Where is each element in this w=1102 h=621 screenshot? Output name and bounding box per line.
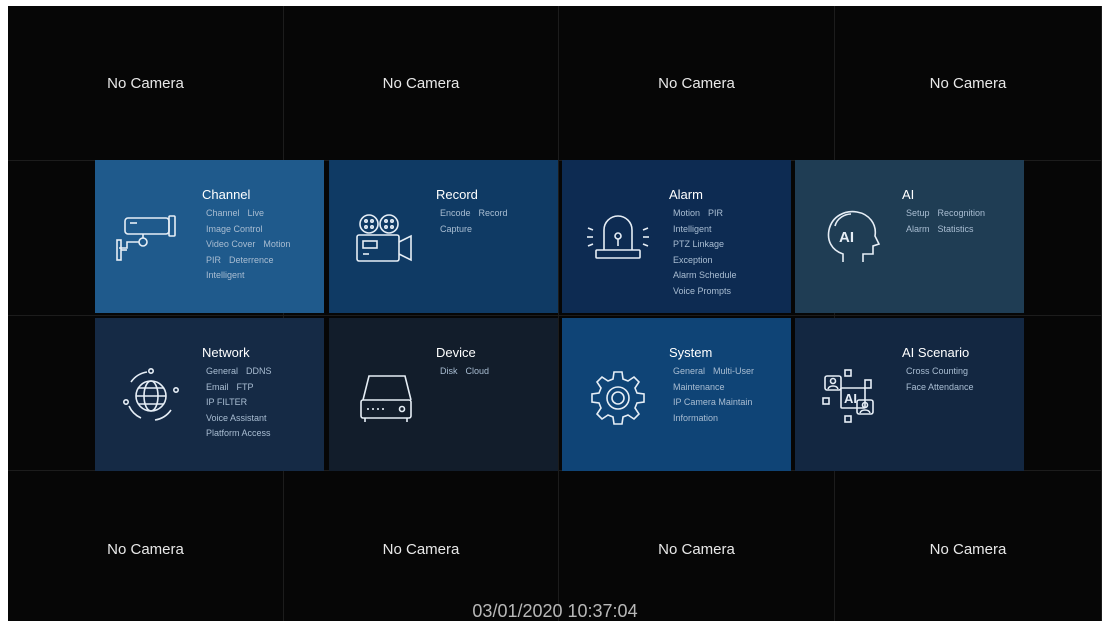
menu-tile-device[interactable]: Device Disk Cloud bbox=[329, 318, 558, 471]
network-title: Network bbox=[202, 345, 250, 360]
no-camera-label: No Camera bbox=[658, 541, 735, 558]
system-submenu: General Multi-User Maintenance IP Camera … bbox=[673, 364, 754, 426]
submenu-item[interactable]: Alarm Schedule bbox=[673, 270, 737, 280]
no-camera-label: No Camera bbox=[382, 541, 460, 558]
no-camera-label: No Camera bbox=[929, 75, 1007, 92]
submenu-item[interactable]: PIR bbox=[206, 255, 221, 265]
alarm-title: Alarm bbox=[669, 187, 703, 202]
record-submenu: Encode Record Capture bbox=[440, 206, 508, 237]
camera-icon bbox=[115, 204, 187, 270]
submenu-item[interactable]: Cloud bbox=[466, 366, 490, 376]
svg-text:AI: AI bbox=[839, 229, 854, 246]
menu-tile-ai-scenario[interactable]: AI AI Scenario Cross Counting Face Atten… bbox=[795, 318, 1024, 471]
no-camera-label: No Camera bbox=[658, 75, 735, 92]
camera-tile[interactable]: No Camera bbox=[284, 471, 559, 621]
record-title: Record bbox=[436, 187, 478, 202]
submenu-item[interactable]: Platform Access bbox=[206, 428, 271, 438]
submenu-item[interactable]: Image Control bbox=[206, 224, 263, 234]
submenu-item[interactable]: FTP bbox=[237, 382, 254, 392]
video-camera-icon bbox=[349, 204, 421, 270]
nvr-screen: No Camera No Camera No Camera No Camera … bbox=[8, 6, 1102, 621]
submenu-item[interactable]: Exception bbox=[673, 255, 713, 265]
no-camera-label: No Camera bbox=[929, 541, 1007, 558]
ai-scenario-icon: AI bbox=[815, 362, 887, 428]
submenu-item[interactable]: Motion bbox=[263, 239, 290, 249]
submenu-item[interactable]: Cross Counting bbox=[906, 366, 968, 376]
siren-icon bbox=[582, 204, 654, 270]
ai-title: AI bbox=[902, 187, 915, 202]
alarm-submenu: Motion PIR Intelligent PTZ Linkage Except… bbox=[673, 206, 737, 299]
ai-scenario-submenu: Cross Counting Face Attendance bbox=[906, 364, 974, 395]
submenu-item[interactable]: Alarm bbox=[906, 224, 930, 234]
submenu-item[interactable]: Capture bbox=[440, 224, 472, 234]
ai-submenu: Setup Recognition Alarm Statistics bbox=[906, 206, 985, 237]
submenu-item[interactable]: IP Camera Maintain bbox=[673, 397, 752, 407]
camera-tile[interactable]: No Camera bbox=[8, 6, 284, 161]
submenu-item[interactable]: Maintenance bbox=[673, 382, 725, 392]
svg-text:AI: AI bbox=[844, 391, 857, 406]
submenu-item[interactable]: PTZ Linkage bbox=[673, 239, 724, 249]
channel-submenu: Channel Live Image Control Video Cover Mot… bbox=[206, 206, 290, 284]
menu-tile-channel[interactable]: Channel Channel Live Image Control Video … bbox=[95, 160, 324, 313]
main-menu: Channel Channel Live Image Control Video … bbox=[95, 160, 1024, 471]
submenu-item[interactable]: Live bbox=[248, 208, 265, 218]
menu-tile-system[interactable]: System General Multi-User Maintenance IP … bbox=[562, 318, 791, 471]
submenu-item[interactable]: Video Cover bbox=[206, 239, 255, 249]
device-title: Device bbox=[436, 345, 476, 360]
globe-icon bbox=[115, 362, 187, 428]
submenu-item[interactable]: PIR bbox=[708, 208, 723, 218]
gear-icon bbox=[582, 362, 654, 428]
camera-tile[interactable]: No Camera bbox=[8, 471, 284, 621]
submenu-item[interactable]: Email bbox=[206, 382, 229, 392]
submenu-item[interactable]: Setup bbox=[906, 208, 930, 218]
menu-tile-record[interactable]: Record Encode Record Capture bbox=[329, 160, 558, 313]
submenu-item[interactable]: DDNS bbox=[246, 366, 272, 376]
submenu-item[interactable]: Recognition bbox=[938, 208, 986, 218]
submenu-item[interactable]: Encode bbox=[440, 208, 471, 218]
submenu-item[interactable]: Statistics bbox=[938, 224, 974, 234]
submenu-item[interactable]: Disk bbox=[440, 366, 458, 376]
no-camera-label: No Camera bbox=[107, 75, 184, 92]
device-submenu: Disk Cloud bbox=[440, 364, 489, 380]
no-camera-label: No Camera bbox=[382, 75, 460, 92]
datetime-display: 03/01/2020 10:37:04 bbox=[472, 601, 638, 621]
submenu-item[interactable]: Voice Assistant bbox=[206, 413, 267, 423]
submenu-item[interactable]: IP FILTER bbox=[206, 397, 247, 407]
submenu-item[interactable]: Intelligent bbox=[206, 270, 245, 280]
submenu-item[interactable]: General bbox=[206, 366, 238, 376]
submenu-item[interactable]: Intelligent bbox=[673, 224, 712, 234]
submenu-item[interactable]: General bbox=[673, 366, 705, 376]
camera-tile[interactable]: No Camera bbox=[559, 6, 835, 161]
submenu-item[interactable]: Motion bbox=[673, 208, 700, 218]
menu-tile-alarm[interactable]: Alarm Motion PIR Intelligent PTZ Linkage … bbox=[562, 160, 791, 313]
submenu-item[interactable]: Face Attendance bbox=[906, 382, 974, 392]
ai-head-icon: AI bbox=[815, 204, 887, 270]
ai-scenario-title: AI Scenario bbox=[902, 345, 970, 360]
camera-tile[interactable]: No Camera bbox=[835, 471, 1102, 621]
camera-tile[interactable]: No Camera bbox=[835, 6, 1102, 161]
submenu-item[interactable]: Information bbox=[673, 413, 718, 423]
storage-device-icon bbox=[349, 362, 421, 428]
submenu-item[interactable]: Channel bbox=[206, 208, 240, 218]
network-submenu: General DDNS Email FTP IP FILTER Voice Ass… bbox=[206, 364, 272, 442]
submenu-item[interactable]: Deterrence bbox=[229, 255, 274, 265]
camera-tile[interactable]: No Camera bbox=[559, 471, 835, 621]
submenu-item[interactable]: Multi-User bbox=[713, 366, 754, 376]
menu-tile-network[interactable]: Network General DDNS Email FTP IP FILTER V… bbox=[95, 318, 324, 471]
submenu-item[interactable]: Voice Prompts bbox=[673, 286, 731, 296]
camera-tile[interactable]: No Camera bbox=[284, 6, 559, 161]
channel-title: Channel bbox=[202, 187, 251, 202]
system-title: System bbox=[669, 345, 713, 360]
no-camera-label: No Camera bbox=[107, 541, 184, 558]
menu-tile-ai[interactable]: AI AI Setup Recognition Alarm Statistics bbox=[795, 160, 1024, 313]
submenu-item[interactable]: Record bbox=[479, 208, 508, 218]
